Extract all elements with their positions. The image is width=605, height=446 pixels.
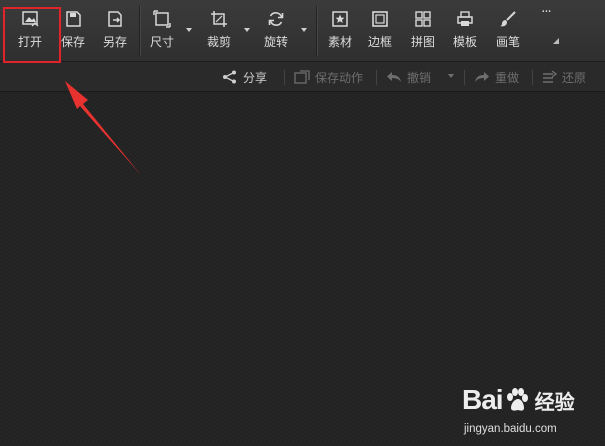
baidu-paw-icon: [506, 388, 528, 411]
watermark-url: jingyan.baidu.com: [464, 423, 557, 435]
watermark-logo: Bai 经验: [462, 384, 575, 416]
baidu-jingyan-watermark: Bai 经验 jingyan.baidu.com: [462, 378, 602, 442]
watermark-brand-right: 经验: [534, 389, 575, 414]
watermark-brand-left: Bai: [462, 384, 504, 415]
